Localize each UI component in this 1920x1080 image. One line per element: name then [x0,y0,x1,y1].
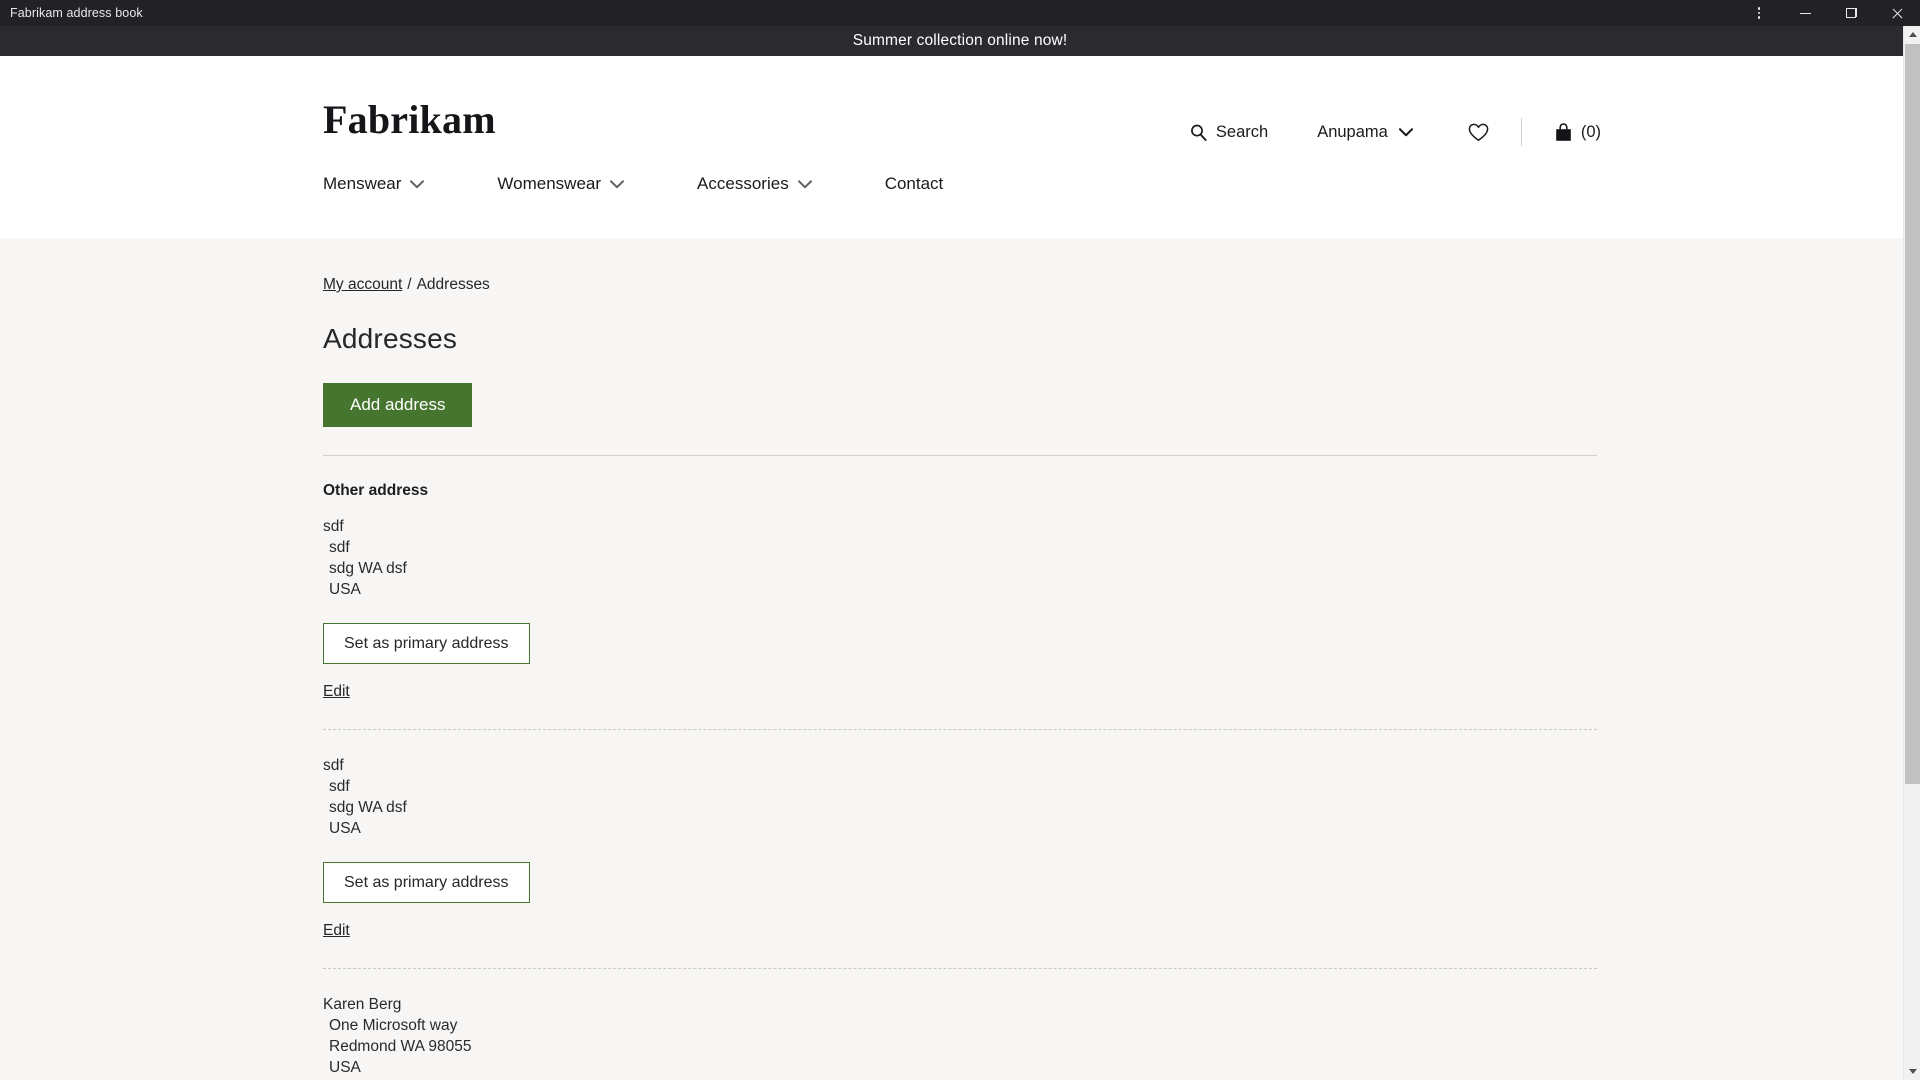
address-lines: Karen Berg One Microsoft way Redmond WA … [323,994,1597,1080]
address-card: sdf sdf sdg WA dsf USA Set as primary ad… [323,516,1597,701]
minimize-button[interactable] [1782,0,1828,26]
chevron-down-icon [797,179,812,189]
more-vertical-icon [1757,7,1761,19]
wishlist-button[interactable] [1468,123,1489,142]
search-button[interactable]: Search [1190,123,1268,142]
close-button[interactable] [1874,0,1920,26]
edit-address-link[interactable]: Edit [323,922,350,940]
header-divider [1520,118,1522,146]
nav-label-contact: Contact [884,174,944,193]
window-title: Fabrikam address book [10,6,143,20]
window-controls [1736,0,1920,26]
scroll-up-button[interactable] [1904,26,1920,43]
nav-label-womenswear: Womenswear [497,174,602,193]
address-line-4: USA [329,581,361,598]
address-line-2: One Microsoft way [329,1017,458,1034]
chevron-down-icon [1398,123,1413,142]
minimize-icon [1799,12,1811,14]
main-navigation: Menswear Womenswear Accessories Contact [323,174,943,194]
address-card: sdf sdf sdg WA dsf USA Set as primary ad… [323,755,1597,940]
nav-item-contact[interactable]: Contact [885,174,944,194]
edit-address-link[interactable]: Edit [323,683,350,701]
search-label: Search [1215,122,1269,141]
address-line-4: USA [329,820,361,837]
app-menu-button[interactable] [1736,0,1782,26]
set-primary-address-button[interactable]: Set as primary address [323,862,530,903]
address-line-4: USA [329,1059,361,1076]
address-line-3: Redmond WA 98055 [329,1038,472,1055]
site-header: Fabrikam Search Anupama (0) Menswear Wom… [0,56,1920,238]
nav-item-accessories[interactable]: Accessories [697,174,812,194]
breadcrumb: My account / Addresses [323,238,1597,294]
scroll-down-button[interactable] [1904,1063,1920,1080]
account-menu-button[interactable]: Anupama [1317,123,1413,142]
scroll-down-arrow-icon [1908,1069,1917,1074]
cart-count-label: (0) [1580,122,1601,141]
address-divider [323,968,1597,969]
section-divider [323,455,1597,456]
address-line-1: sdf [323,518,344,535]
breadcrumb-current: Addresses [416,276,490,293]
breadcrumb-link-my-account[interactable]: My account [323,276,402,294]
scrollbar-thumb[interactable] [1905,44,1920,784]
address-lines: sdf sdf sdg WA dsf USA [323,755,1597,839]
cart-button[interactable]: (0) [1555,123,1601,142]
main-content: My account / Addresses Addresses Add add… [0,238,1920,1080]
nav-label-menswear: Menswear [323,174,402,193]
nav-item-womenswear[interactable]: Womenswear [497,174,625,194]
address-lines: sdf sdf sdg WA dsf USA [323,516,1597,600]
window-titlebar: Fabrikam address book [0,0,1920,26]
add-address-button[interactable]: Add address [323,383,473,427]
address-line-3: sdg WA dsf [329,560,407,577]
other-address-label: Other address [323,482,429,499]
address-line-1: Karen Berg [323,996,402,1013]
account-name-label: Anupama [1317,122,1388,141]
address-divider [323,729,1597,730]
site-logo[interactable]: Fabrikam [323,96,496,143]
nav-item-menswear[interactable]: Menswear [323,174,425,194]
address-line-2: sdf [329,539,350,556]
address-line-3: sdg WA dsf [329,799,407,816]
promo-message: Summer collection online now! [852,32,1068,49]
address-line-1: sdf [323,757,344,774]
browser-viewport: Summer collection online now! Fabrikam S… [0,26,1920,1080]
set-primary-address-button[interactable]: Set as primary address [323,623,530,664]
scroll-up-arrow-icon [1908,32,1917,37]
heart-icon [1468,123,1489,142]
nav-label-accessories: Accessories [697,174,789,193]
address-card: Karen Berg One Microsoft way Redmond WA … [323,994,1597,1080]
maximize-button[interactable] [1828,0,1874,26]
address-line-2: sdf [329,778,350,795]
header-utilities: Search Anupama (0) [1190,118,1601,146]
restore-icon [1846,8,1857,18]
search-icon [1190,124,1207,141]
page-scrollbar[interactable] [1903,26,1920,1080]
shopping-bag-icon [1555,122,1572,142]
close-icon [1891,7,1903,19]
promo-banner: Summer collection online now! [0,26,1920,56]
breadcrumb-separator: / [407,276,412,293]
page-title: Addresses [323,323,458,354]
chevron-down-icon [610,179,625,189]
chevron-down-icon [410,179,425,189]
